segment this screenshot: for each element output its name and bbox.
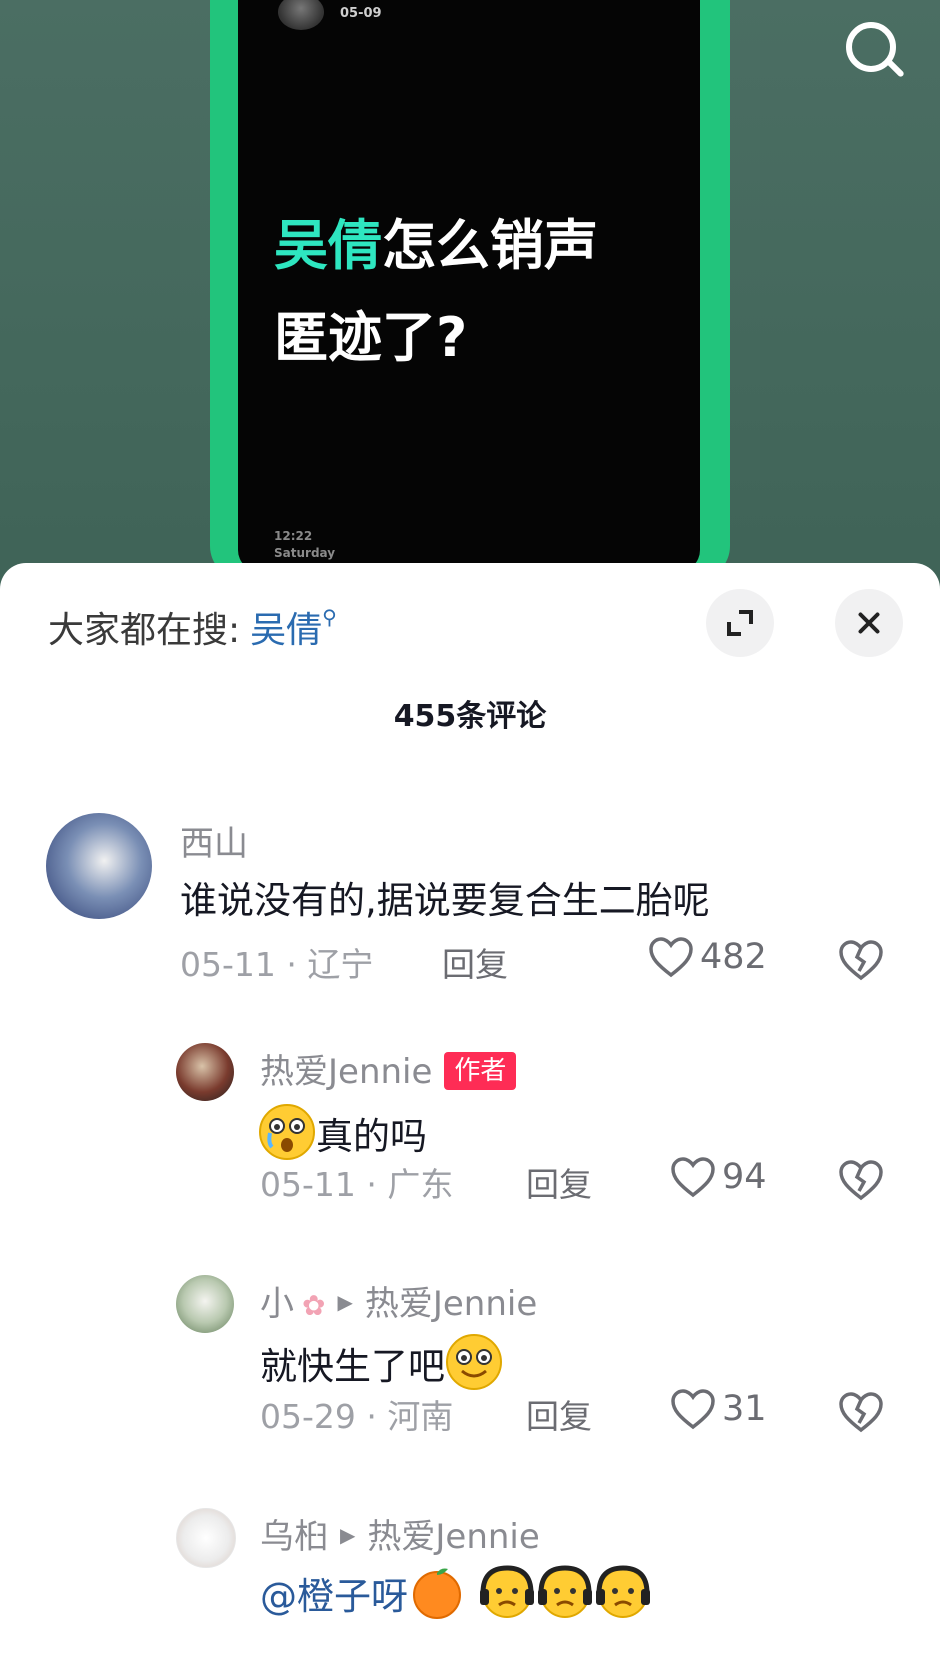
comment-text: 真的吗 (258, 1103, 427, 1161)
heart-icon (671, 1157, 715, 1198)
video-player[interactable]: 05-09 吴倩怎么销声 匿迹了? 12:22 Saturday (0, 0, 940, 600)
comment-username[interactable]: 西山 (180, 816, 248, 865)
comment-date: 05-11 (180, 945, 276, 984)
like-button[interactable]: 94 (670, 1156, 767, 1198)
comment-username[interactable]: 热爱Jennie 作者 (260, 1044, 517, 1093)
emoji-icon (259, 1104, 315, 1160)
comment-meta: 05-11 · 广东 (260, 1165, 454, 1204)
broken-heart-icon[interactable] (838, 1159, 884, 1201)
video-weekday: Saturday (274, 546, 336, 560)
emoji-icon (446, 1334, 502, 1390)
like-button[interactable]: 482 (648, 936, 767, 978)
comment-text-content: 真的吗 (316, 1115, 427, 1158)
reply-button[interactable]: 回复 (442, 938, 508, 986)
heart-icon (649, 937, 693, 978)
close-button[interactable] (835, 589, 903, 657)
comment-location: 河南 (387, 1397, 454, 1436)
video-date: 05-09 (340, 6, 382, 21)
broken-heart-icon[interactable] (838, 939, 884, 981)
candy-icon: ✿ (302, 1289, 326, 1322)
hot-search-term-text: 吴倩 (250, 610, 323, 651)
broken-heart-icon[interactable] (838, 1391, 884, 1433)
heart-icon (671, 1389, 715, 1430)
expand-button[interactable] (706, 589, 774, 657)
comment-username-text: 小 (260, 1284, 294, 1324)
comment-text: 谁说没有的,据说要复合生二胎呢 (180, 879, 710, 922)
small-search-icon: ⚲ (322, 605, 337, 629)
video-title-line2: 匿迹了? (274, 306, 468, 369)
comment-location: 广东 (387, 1165, 454, 1204)
author-badge: 作者 (444, 1052, 517, 1090)
comment-meta: 05-11 · 辽宁 (180, 945, 374, 984)
comment-date: 05-11 (260, 1165, 356, 1204)
comment-text-content: 就快生了吧 (260, 1345, 445, 1388)
reply-button[interactable]: 回复 (526, 1158, 592, 1206)
comment-sheet: 大家都在搜: 吴倩⚲ 455条评论 西山 谁说没有的,据说要复合生二胎呢 05-1… (0, 563, 940, 1664)
comment-username[interactable]: 乌桕 ▶ 热爱Jennie (260, 1509, 540, 1558)
mention-link[interactable]: @橙子呀 (260, 1575, 408, 1618)
reply-to-user: 热爱Jennie (364, 1284, 538, 1324)
sad-headphones-emoji-icon (595, 1565, 650, 1618)
comment-meta: 05-29 · 河南 (260, 1397, 454, 1436)
reply-to-user: 热爱Jennie (367, 1517, 540, 1557)
sad-headphones-emoji-icon (537, 1565, 592, 1618)
video-clock: 12:22 (274, 529, 313, 543)
comment-date: 05-29 (260, 1397, 356, 1436)
reply-arrow-icon: ▶ (337, 1290, 353, 1314)
avatar[interactable] (46, 813, 152, 919)
sad-headphones-emoji-icon (479, 1565, 534, 1618)
like-count: 482 (700, 937, 767, 977)
orange-emoji-icon (413, 1568, 461, 1619)
comment-count: 455条评论 (393, 699, 547, 734)
comment-text: 就快生了吧 (260, 1333, 503, 1391)
hot-search-label: 大家都在搜: (48, 610, 241, 651)
hot-search-bar: 大家都在搜: 吴倩⚲ (48, 601, 337, 653)
comment-username[interactable]: 小 ✿ ▶ 热爱Jennie (260, 1276, 537, 1325)
reply-arrow-icon: ▶ (340, 1523, 356, 1547)
comment-text: @橙子呀 (260, 1563, 652, 1621)
search-icon[interactable] (842, 18, 908, 84)
video-time: 12:22 Saturday (274, 528, 335, 562)
video-title-highlight: 吴倩 (274, 214, 382, 277)
like-count: 31 (722, 1389, 767, 1429)
video-title-line1: 怎么销声 (382, 214, 598, 277)
comment-username-text: 热爱Jennie (260, 1052, 433, 1092)
hot-search-term[interactable]: 吴倩⚲ (250, 605, 337, 651)
avatar[interactable] (176, 1043, 234, 1101)
like-count: 94 (722, 1157, 767, 1197)
comment-username-text: 乌桕 (260, 1517, 328, 1557)
reply-button[interactable]: 回复 (526, 1390, 592, 1438)
comment-location: 辽宁 (307, 945, 374, 984)
avatar[interactable] (176, 1275, 234, 1333)
video-title: 吴倩怎么销声 匿迹了? (274, 200, 674, 384)
avatar[interactable] (176, 1508, 236, 1568)
like-button[interactable]: 31 (670, 1388, 767, 1430)
